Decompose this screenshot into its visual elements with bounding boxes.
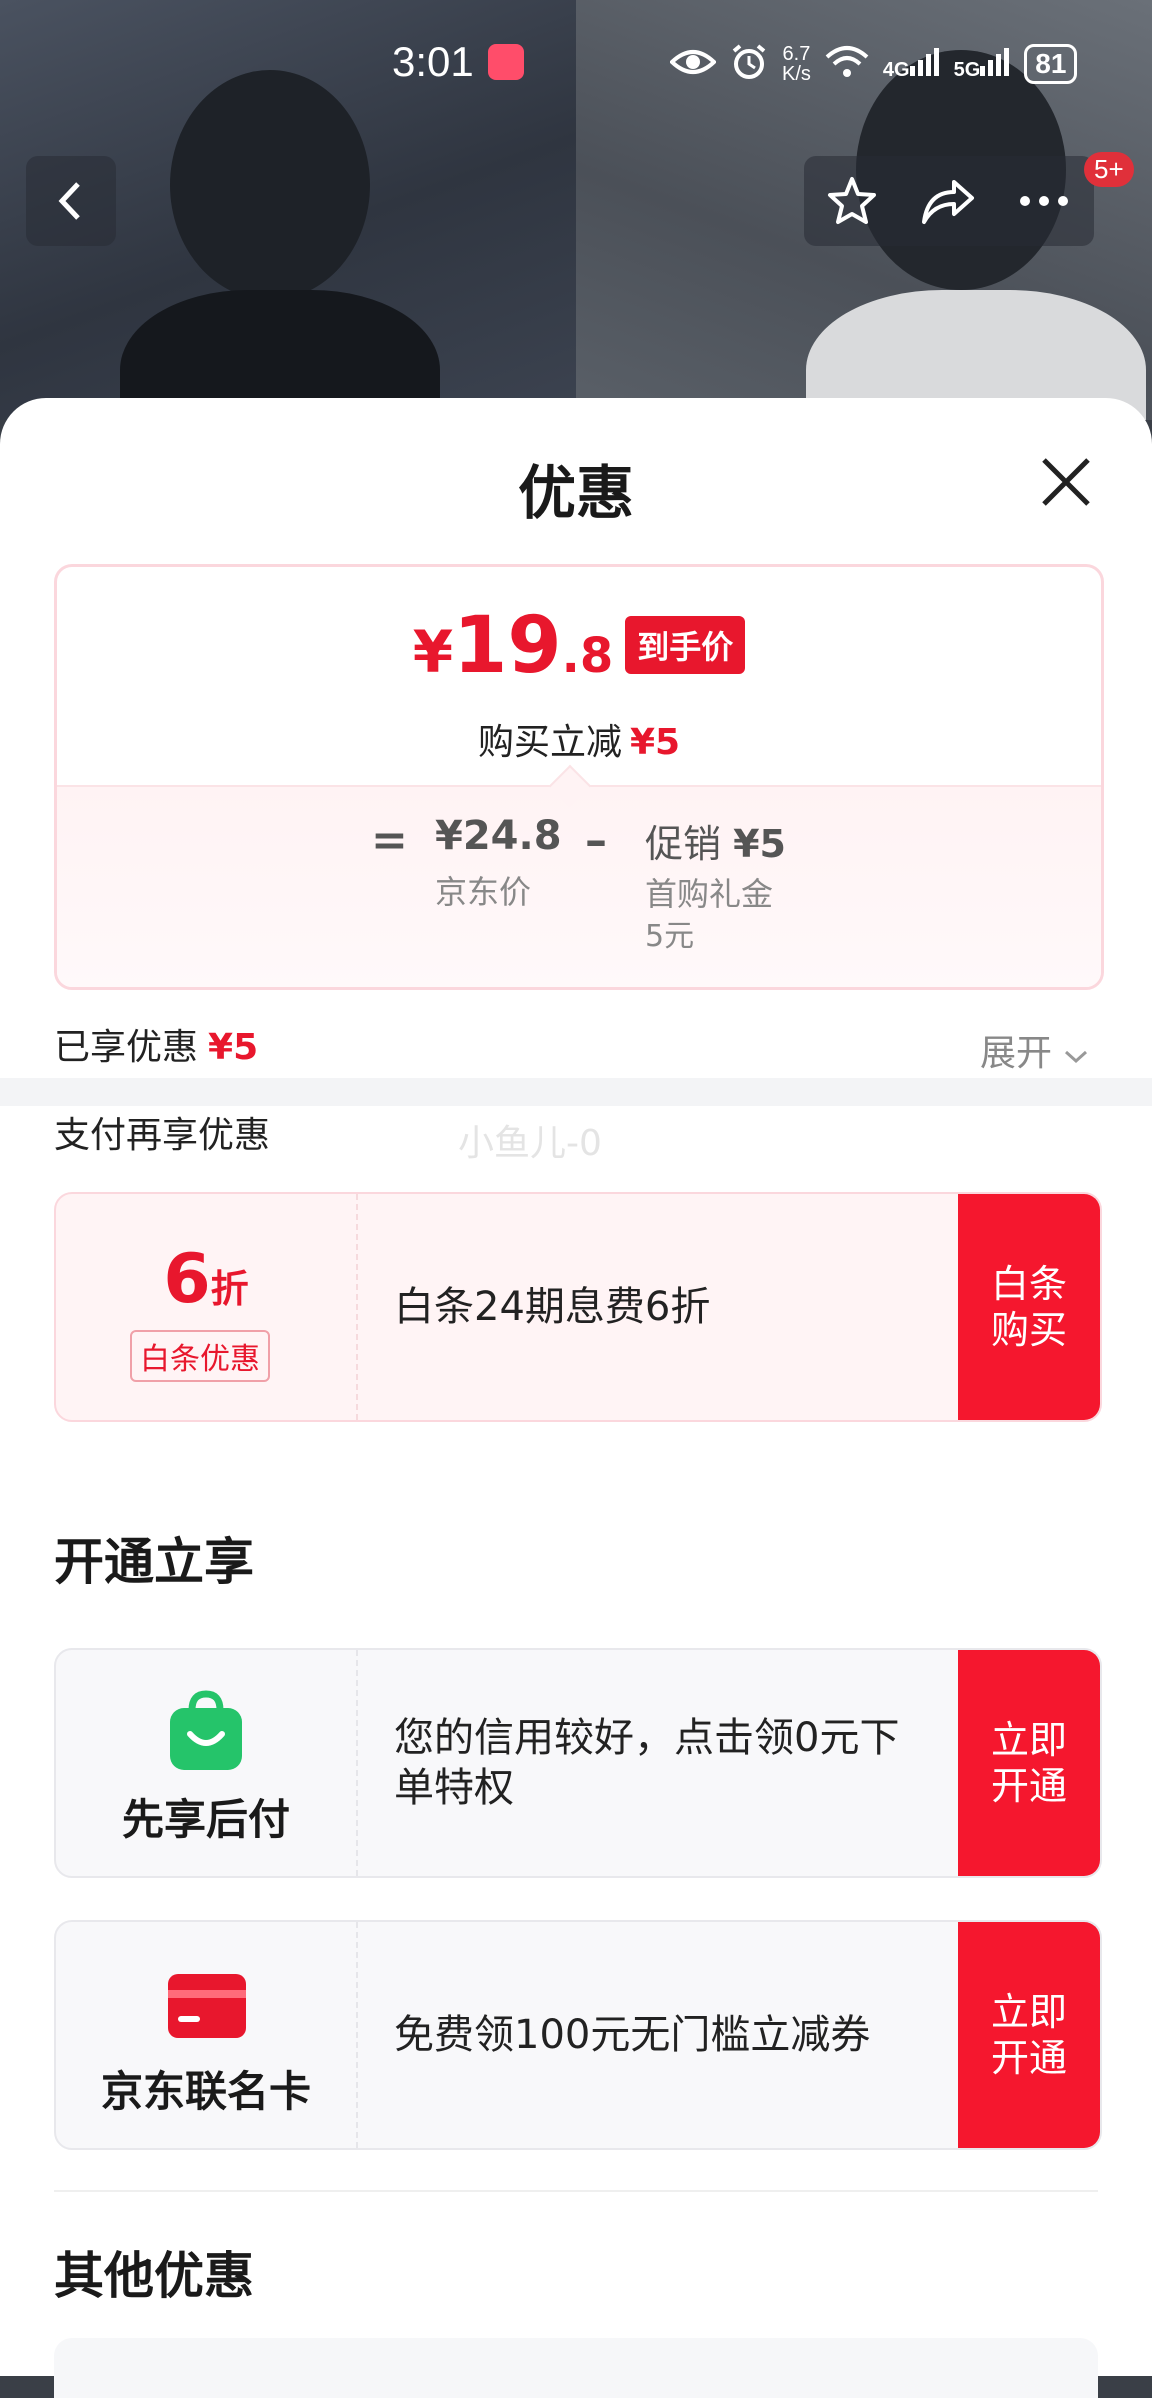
discount-sheet: 优惠 ¥19.8 到手价 购买立减 ¥5 = ¥24.8 京东价 – 促销 ¥5 首… bbox=[0, 398, 1152, 2398]
enjoyed-value: ¥5 bbox=[208, 1027, 259, 1068]
chevron-down-icon bbox=[1065, 1050, 1088, 1064]
baitiao-offer-left: 6折 白条优惠 bbox=[56, 1194, 358, 1420]
baitiao-buy-label: 白条 购买 bbox=[990, 1262, 1067, 1352]
alarm-icon bbox=[730, 43, 768, 85]
status-time: 3:01 bbox=[392, 38, 474, 85]
co-branded-open-button[interactable]: 立即 开通 bbox=[958, 1922, 1100, 2148]
network-speed: 6.7 K/s bbox=[782, 44, 811, 84]
chevron-left-icon bbox=[58, 182, 80, 220]
promo-sub-label: 首购礼金 bbox=[645, 875, 774, 913]
pay-later-desc: 您的信用较好，点击领0元下单特权 bbox=[394, 1715, 900, 1811]
purchase-reduction: 购买立减 ¥5 bbox=[57, 713, 1101, 765]
share-button[interactable] bbox=[900, 156, 996, 246]
final-price-block: ¥19.8 到手价 购买立减 ¥5 bbox=[57, 567, 1101, 785]
battery-level: 81 bbox=[1035, 48, 1067, 79]
pay-later-card: 先享后付 您的信用较好，点击领0元下单特权 立即 开通 bbox=[54, 1648, 1102, 1878]
co-branded-open-label: 立即 开通 bbox=[990, 1990, 1067, 2080]
signal-4g-label: 4G bbox=[882, 59, 910, 81]
jd-price-label: 京东价 bbox=[435, 873, 532, 911]
section-divider bbox=[54, 2190, 1098, 2192]
pay-later-left: 先享后付 bbox=[56, 1650, 358, 1876]
more-button[interactable] bbox=[996, 156, 1092, 246]
co-branded-card-offer: 京东联名卡 免费领100元无门槛立减券 立即 开通 bbox=[54, 1920, 1102, 2150]
enjoyed-label: 已享优惠 bbox=[54, 1027, 199, 1068]
message-count-badge: 5+ bbox=[1084, 152, 1134, 187]
signal-5g: 5G bbox=[954, 46, 1011, 82]
co-branded-left: 京东联名卡 bbox=[56, 1922, 358, 2148]
promo-label: 促销 bbox=[645, 822, 722, 866]
final-price: ¥19.8 到手价 bbox=[57, 601, 1101, 691]
equals-sign: = bbox=[371, 815, 408, 866]
discount-unit: 折 bbox=[210, 1267, 249, 1311]
section-separator bbox=[0, 1078, 1152, 1106]
wifi-icon bbox=[825, 45, 869, 83]
minus-sign: – bbox=[585, 815, 607, 866]
price-breakdown: = ¥24.8 京东价 – 促销 ¥5 首购礼金 5元 bbox=[57, 764, 1101, 987]
signal-4g: 4G bbox=[883, 46, 940, 82]
status-bar: 3:01 6.7 K/s 4G 5G 81 bbox=[0, 30, 1152, 100]
speed-value: 6.7 bbox=[782, 43, 811, 65]
shopping-bag-icon bbox=[170, 1690, 242, 1770]
battery-icon: 81 bbox=[1024, 44, 1078, 84]
notification-app-icon bbox=[488, 44, 524, 80]
enjoyed-discount: 已享优惠 ¥5 bbox=[54, 1018, 258, 1070]
price-summary-card: ¥19.8 到手价 购买立减 ¥5 = ¥24.8 京东价 – 促销 ¥5 首购礼金… bbox=[54, 564, 1104, 990]
promo-line: 促销 ¥5 bbox=[645, 813, 786, 868]
open-section-title: 开通立享 bbox=[54, 1533, 254, 1591]
share-icon bbox=[922, 180, 974, 224]
pay-more-heading: 支付再享优惠 bbox=[54, 1115, 271, 1156]
co-branded-desc: 免费领100元无门槛立减券 bbox=[394, 2012, 871, 2058]
promo-value: ¥5 bbox=[733, 822, 786, 866]
baitiao-offer-card: 6折 白条优惠 白条24期息费6折 白条 购买 bbox=[54, 1192, 1102, 1422]
credit-card-icon bbox=[168, 1974, 246, 2038]
pay-later-label: 先享后付 bbox=[121, 1795, 290, 1844]
pay-later-open-label: 立即 开通 bbox=[990, 1718, 1067, 1808]
close-icon bbox=[1042, 458, 1090, 506]
eye-icon bbox=[669, 47, 717, 81]
discount-number: 6 bbox=[163, 1240, 211, 1319]
expand-label: 展开 bbox=[980, 1033, 1053, 1074]
star-icon bbox=[828, 177, 876, 224]
jd-price-value: ¥24.8 bbox=[435, 813, 562, 859]
close-button[interactable] bbox=[1036, 452, 1096, 512]
pay-later-open-button[interactable]: 立即 开通 bbox=[958, 1650, 1100, 1876]
reduction-label: 购买立减 bbox=[477, 722, 622, 763]
baitiao-tag: 白条优惠 bbox=[130, 1330, 270, 1382]
other-section-title: 其他优惠 bbox=[54, 2247, 254, 2305]
signal-5g-label: 5G bbox=[953, 59, 981, 81]
favorite-button[interactable] bbox=[804, 156, 900, 246]
price-decimal: .8 bbox=[561, 628, 614, 684]
more-icon bbox=[1020, 196, 1068, 206]
discount-rate: 6折 bbox=[56, 1240, 356, 1319]
currency-symbol: ¥ bbox=[412, 618, 454, 686]
baitiao-offer-desc: 白条24期息费6折 bbox=[394, 1284, 711, 1330]
final-price-tag: 到手价 bbox=[625, 616, 746, 674]
promo-sub-value: 5元 bbox=[645, 919, 695, 954]
back-button[interactable] bbox=[26, 156, 116, 246]
other-offers-card bbox=[54, 2338, 1098, 2398]
speed-unit: K/s bbox=[782, 63, 811, 85]
reduction-value: ¥5 bbox=[629, 722, 681, 763]
price-integer: 19 bbox=[453, 601, 562, 691]
expand-toggle[interactable]: 展开 bbox=[980, 1024, 1089, 1076]
sheet-title: 优惠 bbox=[517, 459, 634, 527]
co-branded-label: 京东联名卡 bbox=[100, 2067, 311, 2116]
top-actions-bar bbox=[804, 156, 1094, 246]
watermark-text: 小鱼儿-0 bbox=[458, 1123, 602, 1164]
baitiao-buy-button[interactable]: 白条 购买 bbox=[958, 1194, 1100, 1420]
